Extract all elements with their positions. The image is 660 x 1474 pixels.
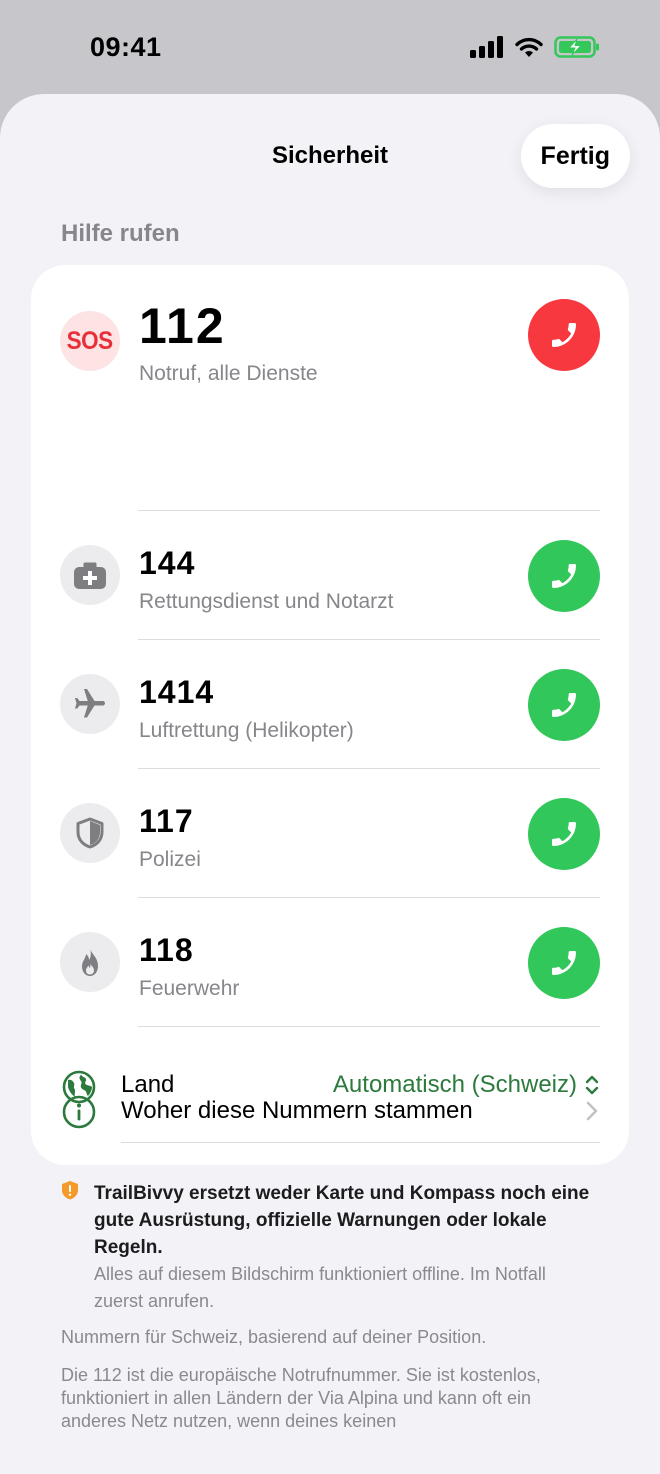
footnote-112: Die 112 ist die europäische Notrufnummer… <box>61 1365 541 1431</box>
phone-icon <box>552 822 576 846</box>
status-icons <box>470 36 600 58</box>
section-header: Hilfe rufen <box>61 220 180 247</box>
contact-number: 1414 <box>139 674 215 710</box>
status-time: 09:41 <box>90 32 162 62</box>
call-117-button[interactable] <box>528 798 600 870</box>
row-divider <box>138 1026 600 1027</box>
phone-icon <box>552 323 576 347</box>
sos-icon: SOS <box>60 311 120 371</box>
row-divider <box>138 768 600 769</box>
contact-description: Notruf, alle Dienste <box>139 362 318 385</box>
contact-description: Polizei <box>139 848 201 871</box>
phone-icon <box>552 693 576 717</box>
status-bar: 09:41 <box>0 0 660 95</box>
source-label: Woher diese Nummern stammen <box>121 1097 473 1124</box>
phone-icon <box>552 564 576 588</box>
battery-charging-icon <box>554 36 599 58</box>
contact-description: Rettungsdienst und Notarzt <box>139 590 394 613</box>
chevron-right-icon <box>586 1101 598 1121</box>
flame-icon <box>60 932 120 992</box>
footnote-location: Nummern für Schweiz, basierend auf deine… <box>61 1327 487 1347</box>
shield-icon <box>60 803 120 863</box>
call-144-button[interactable] <box>528 540 600 612</box>
phone-icon <box>552 951 576 975</box>
medical-kit-icon <box>60 545 120 605</box>
call-118-button[interactable] <box>528 927 600 999</box>
offline-note: Alles auf diesem Bildschirm funktioniert… <box>94 1264 546 1311</box>
wifi-icon <box>515 37 543 57</box>
sos-icon-text: SOS <box>66 326 114 355</box>
row-divider <box>138 510 600 511</box>
disclaimer-text: TrailBivvy ersetzt weder Karte und Kompa… <box>94 1183 590 1258</box>
info-icon <box>62 1095 96 1129</box>
contact-number: 112 <box>139 298 226 354</box>
contact-description: Luftrettung (Helikopter) <box>139 719 354 742</box>
contact-number: 117 <box>139 803 194 839</box>
airplane-icon <box>60 674 120 734</box>
safety-sheet: Sicherheit Fertig Hilfe rufen SOS 112 No… <box>0 94 660 1474</box>
contact-number: 118 <box>139 932 194 968</box>
cellular-signal-icon <box>470 36 503 58</box>
warning-shield-icon <box>62 1181 78 1200</box>
row-divider <box>138 639 600 640</box>
contact-number: 144 <box>139 545 196 581</box>
row-divider <box>138 897 600 898</box>
source-row[interactable]: Woher diese Nummern stammen <box>31 1064 629 1164</box>
done-button[interactable]: Fertig <box>520 124 630 188</box>
contact-description: Feuerwehr <box>139 977 240 1000</box>
call-1414-button[interactable] <box>528 669 600 741</box>
call-112-button[interactable] <box>528 299 600 371</box>
emergency-card: SOS 112 Notruf, alle Dienste 144 Rettung… <box>31 265 629 1165</box>
